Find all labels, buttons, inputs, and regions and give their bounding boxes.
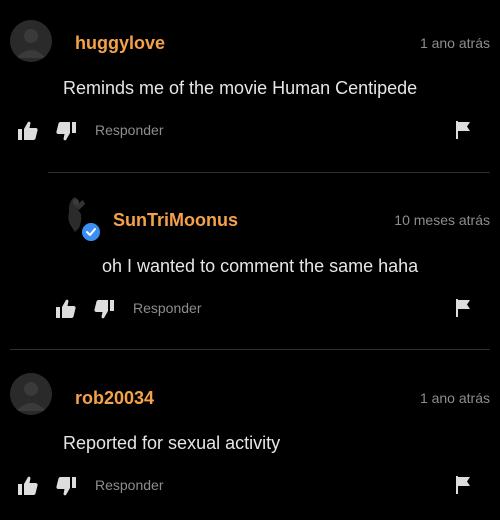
like-icon[interactable]	[55, 298, 77, 320]
reply-button[interactable]: Responder	[95, 477, 164, 493]
dislike-icon[interactable]	[55, 475, 77, 497]
comment-divider	[10, 349, 490, 350]
verified-icon	[80, 221, 102, 243]
reply-button[interactable]: Responder	[133, 300, 202, 316]
dislike-icon[interactable]	[93, 298, 115, 320]
dislike-icon[interactable]	[55, 120, 77, 142]
comment-actions: Responder	[55, 298, 487, 320]
reply-comment-item: SunTriMoonus 10 meses atrás oh I wanted …	[0, 180, 500, 340]
comment-text: Reminds me of the movie Human Centipede	[63, 78, 418, 98]
comment-username[interactable]: huggylove	[75, 33, 165, 54]
comment-actions: Responder	[17, 475, 487, 497]
comment-timestamp: 1 ano atrás	[419, 35, 490, 51]
avatar[interactable]	[10, 373, 52, 415]
comment-text: oh I wanted to comment the same haha	[102, 256, 419, 276]
like-icon[interactable]	[17, 120, 39, 142]
comment-username[interactable]: rob20034	[75, 388, 154, 409]
comment-timestamp: 1 ano atrás	[419, 390, 490, 406]
comment-actions: Responder	[17, 120, 487, 142]
avatar[interactable]	[10, 20, 52, 62]
reply-button[interactable]: Responder	[95, 122, 164, 138]
flag-icon[interactable]	[453, 298, 473, 318]
comment-divider	[48, 172, 490, 173]
like-icon[interactable]	[17, 475, 39, 497]
comment-username[interactable]: SunTriMoonus	[113, 210, 238, 231]
comment-item: huggylove 1 ano atrás Reminds me of the …	[0, 0, 500, 160]
comment-timestamp: 10 meses atrás	[394, 212, 490, 228]
comment-text: Reported for sexual activity	[63, 433, 281, 453]
flag-icon[interactable]	[453, 120, 473, 140]
comment-item: rob20034 1 ano atrás Reported for sexual…	[0, 355, 500, 520]
flag-icon[interactable]	[453, 475, 473, 495]
